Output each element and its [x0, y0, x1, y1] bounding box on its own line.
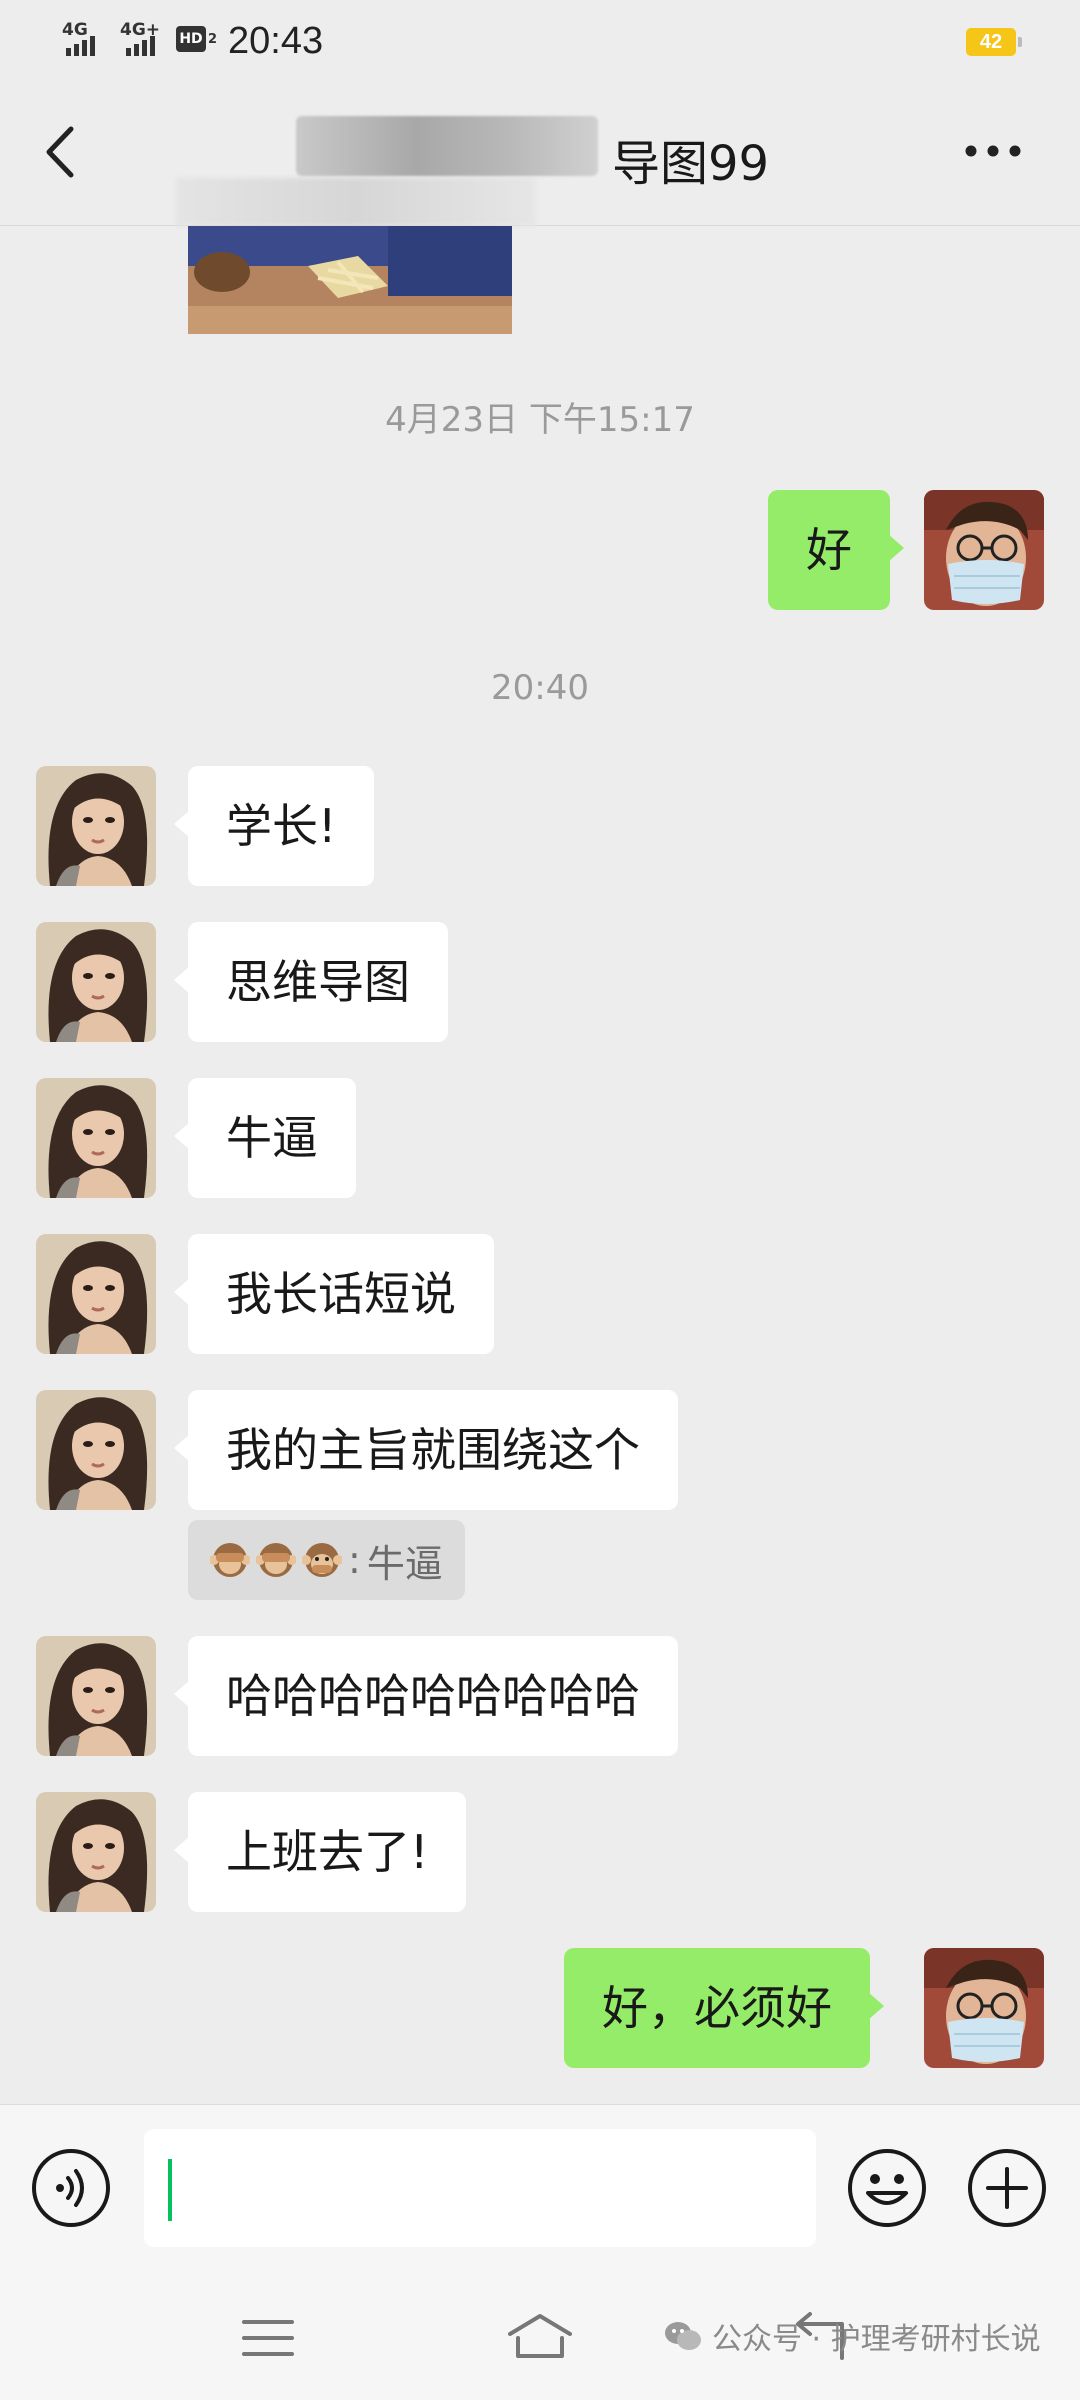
avatar-contact[interactable]	[36, 1792, 156, 1912]
signal-bars-2-icon	[126, 36, 155, 56]
plus-icon	[968, 2149, 1046, 2227]
menu-icon	[242, 2320, 294, 2356]
message-bubble-contact[interactable]: 牛逼	[174, 1078, 356, 1198]
signal-bars-1-icon	[66, 36, 95, 56]
avatar-contact[interactable]	[36, 766, 156, 886]
ellipsis-icon	[965, 145, 1021, 157]
text-cursor	[168, 2159, 172, 2221]
avatar-contact[interactable]	[36, 1234, 156, 1354]
blurred-title-shadow	[176, 178, 536, 226]
chevron-left-icon	[46, 126, 74, 178]
battery-icon: 42	[966, 28, 1022, 56]
message-bubble-contact[interactable]: 学长!	[173, 766, 375, 886]
timestamp: 4月23日 下午15:17	[385, 400, 695, 440]
voice-button[interactable]	[30, 2147, 112, 2229]
menu-button[interactable]	[240, 2316, 296, 2364]
avatar-self[interactable]	[924, 1948, 1044, 2068]
message-input[interactable]	[144, 2129, 816, 2247]
home-icon	[508, 2314, 572, 2358]
avatar-self[interactable]	[924, 490, 1044, 610]
message-bubble-contact[interactable]: 思维导图	[174, 922, 448, 1042]
emoji-button[interactable]	[846, 2147, 928, 2229]
more-button[interactable]	[958, 126, 1028, 176]
avatar-contact[interactable]	[36, 1636, 156, 1756]
timestamp: 20:40	[491, 668, 589, 708]
see-no-evil-monkey-icon	[210, 1543, 250, 1577]
hd-sub: 2	[208, 32, 218, 47]
avatar-contact[interactable]	[36, 1078, 156, 1198]
blurred-title	[296, 116, 598, 176]
chat-title: 导图99	[612, 136, 770, 192]
hd-badge: HD	[176, 26, 206, 52]
back-button[interactable]	[30, 122, 90, 182]
watermark: 公众号 · 护理考研村长说	[664, 2314, 1041, 2358]
watermark-text: 公众号 · 护理考研村长说	[712, 2322, 1041, 2357]
message-bubble-self[interactable]: 好	[768, 490, 904, 610]
emoji-icon	[848, 2149, 926, 2227]
chat-header: 导图99	[0, 86, 1080, 226]
quoted-reply[interactable]: : 牛逼	[188, 1520, 465, 1600]
avatar-contact[interactable]	[36, 1390, 156, 1510]
message-bubble-self[interactable]: 好，必须好	[564, 1948, 884, 2068]
message-bubble-contact[interactable]: 哈哈哈哈哈哈哈哈哈	[174, 1636, 678, 1756]
see-no-evil-monkey-icon	[256, 1543, 296, 1577]
voice-icon	[32, 2149, 110, 2227]
system-navigation-bar: 公众号 · 护理考研村长说	[0, 2270, 1080, 2400]
message-bubble-contact[interactable]: 上班去了!	[173, 1792, 467, 1912]
image-message-thumbnail[interactable]	[188, 226, 512, 334]
plus-button[interactable]	[966, 2147, 1048, 2229]
status-time: 20:43	[228, 20, 324, 62]
input-bar	[0, 2104, 1080, 2270]
status-bar: 4G 4G+ HD 2 20:43 42	[0, 0, 1080, 86]
message-bubble-contact[interactable]: 我长话短说	[174, 1234, 494, 1354]
home-button[interactable]	[504, 2310, 576, 2366]
avatar-contact[interactable]	[36, 922, 156, 1042]
quote-separator: :	[348, 1538, 361, 1582]
message-bubble-contact[interactable]: 我的主旨就围绕这个	[174, 1390, 678, 1510]
quote-text: 牛逼	[366, 1541, 443, 1586]
speak-no-evil-monkey-icon	[302, 1543, 342, 1577]
wechat-logo-icon	[665, 2322, 701, 2350]
